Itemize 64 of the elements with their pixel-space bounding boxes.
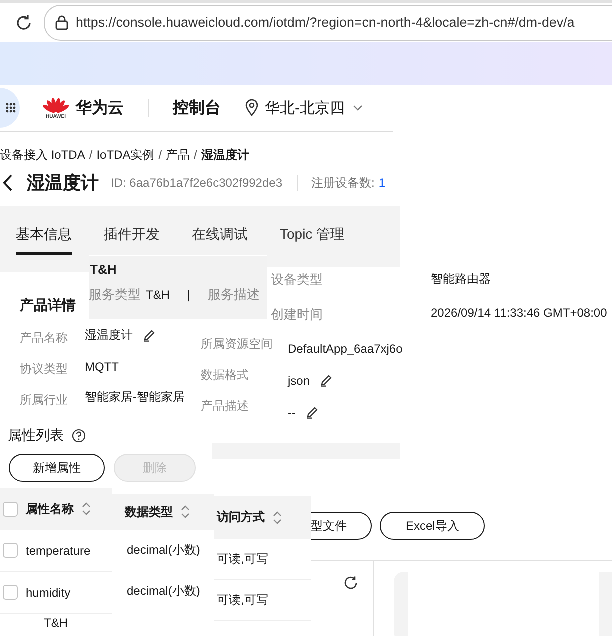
field-label: 协议类型 bbox=[20, 361, 69, 378]
tab[interactable]: 在线调试 bbox=[192, 226, 248, 255]
breadcrumb-link[interactable]: 设备接入 IoTDA bbox=[0, 146, 86, 164]
console-link[interactable]: 控制台 bbox=[173, 98, 221, 118]
field-value: 2026/09/14 11:33:46 GMT+08:00 bbox=[431, 306, 608, 322]
field-label: 产品描述 bbox=[201, 398, 250, 415]
brand-name: 华为云 bbox=[76, 98, 124, 118]
edit-icon[interactable] bbox=[320, 374, 334, 387]
chevron-down-icon[interactable] bbox=[353, 105, 363, 111]
service-title: T&H bbox=[89, 262, 118, 277]
row-checkbox[interactable] bbox=[3, 543, 18, 558]
divider-mark: | bbox=[187, 288, 190, 302]
field-label: 设备类型 bbox=[270, 271, 324, 289]
section-title: 属性列表 bbox=[8, 427, 64, 445]
column-header[interactable]: 访问方式 bbox=[214, 496, 311, 539]
field-label: 数据格式 bbox=[201, 367, 250, 384]
import-button[interactable]: Excel导入 bbox=[380, 512, 486, 540]
grid-icon[interactable] bbox=[6, 103, 16, 113]
field-label: 服务描述 bbox=[208, 286, 260, 304]
sort-icon[interactable] bbox=[273, 510, 282, 524]
column-header[interactable]: 属性名称 bbox=[0, 488, 112, 530]
add-property-button[interactable]: 新增属性 bbox=[9, 454, 105, 482]
field-value: MQTT bbox=[85, 360, 119, 374]
import-button[interactable]: 型文件 bbox=[311, 512, 372, 540]
device-count-label: 注册设备数: bbox=[312, 174, 375, 192]
field-label: 所属行业 bbox=[20, 392, 69, 409]
tab[interactable]: Topic 管理 bbox=[280, 226, 345, 255]
location-pin-icon bbox=[245, 99, 259, 117]
device-count[interactable]: 1 bbox=[378, 176, 386, 190]
breadcrumb-separator: / bbox=[158, 148, 162, 162]
field-value: -- bbox=[288, 406, 296, 420]
edit-icon[interactable] bbox=[143, 329, 156, 342]
field-value: json bbox=[288, 374, 310, 388]
help-icon[interactable] bbox=[72, 429, 86, 443]
breadcrumb-separator: / bbox=[89, 148, 93, 162]
section-title: 产品详情 bbox=[20, 297, 76, 315]
column-header[interactable]: 数据类型 bbox=[112, 494, 214, 530]
service-tag: T&H bbox=[0, 616, 112, 630]
breadcrumb-separator: / bbox=[194, 148, 198, 162]
product-title: 湿温度计 bbox=[27, 172, 99, 195]
refresh-icon[interactable] bbox=[344, 576, 358, 590]
reload-icon[interactable] bbox=[15, 14, 33, 32]
tab[interactable]: 基本信息 bbox=[16, 226, 72, 255]
breadcrumb-link[interactable]: 产品 bbox=[166, 146, 190, 164]
field-label: 服务类型 bbox=[89, 286, 141, 304]
field-value: 智能路由器 bbox=[431, 271, 492, 288]
field-value: 湿温度计 bbox=[85, 327, 133, 344]
field-value: DefaultApp_6aa7xj6o bbox=[288, 342, 403, 356]
row-checkbox[interactable] bbox=[3, 585, 18, 600]
sort-icon[interactable] bbox=[82, 502, 91, 516]
field-label: 产品名称 bbox=[20, 330, 69, 347]
edit-icon[interactable] bbox=[306, 406, 319, 419]
field-value: T&H bbox=[146, 288, 170, 302]
field-label: 所属资源空间 bbox=[201, 336, 274, 353]
tab[interactable]: 插件开发 bbox=[104, 226, 160, 255]
field-value: 智能家居-智能家居 bbox=[85, 389, 185, 406]
product-id: ID: 6aa76b1a7f2e6c302f992de3 bbox=[111, 176, 282, 190]
select-all-checkbox[interactable] bbox=[3, 502, 18, 516]
breadcrumb-link[interactable]: IoTDA实例 bbox=[96, 146, 155, 164]
field-label: 创建时间 bbox=[270, 306, 324, 324]
region-selector[interactable]: 华北-北京四 bbox=[265, 98, 345, 118]
lock-icon bbox=[55, 14, 69, 30]
sort-icon[interactable] bbox=[181, 505, 190, 519]
address-bar[interactable]: https://console.huaweicloud.com/iotdm/?region=cn-north-4&locale=zh-cn#/dm-dev/a bbox=[44, 4, 612, 40]
